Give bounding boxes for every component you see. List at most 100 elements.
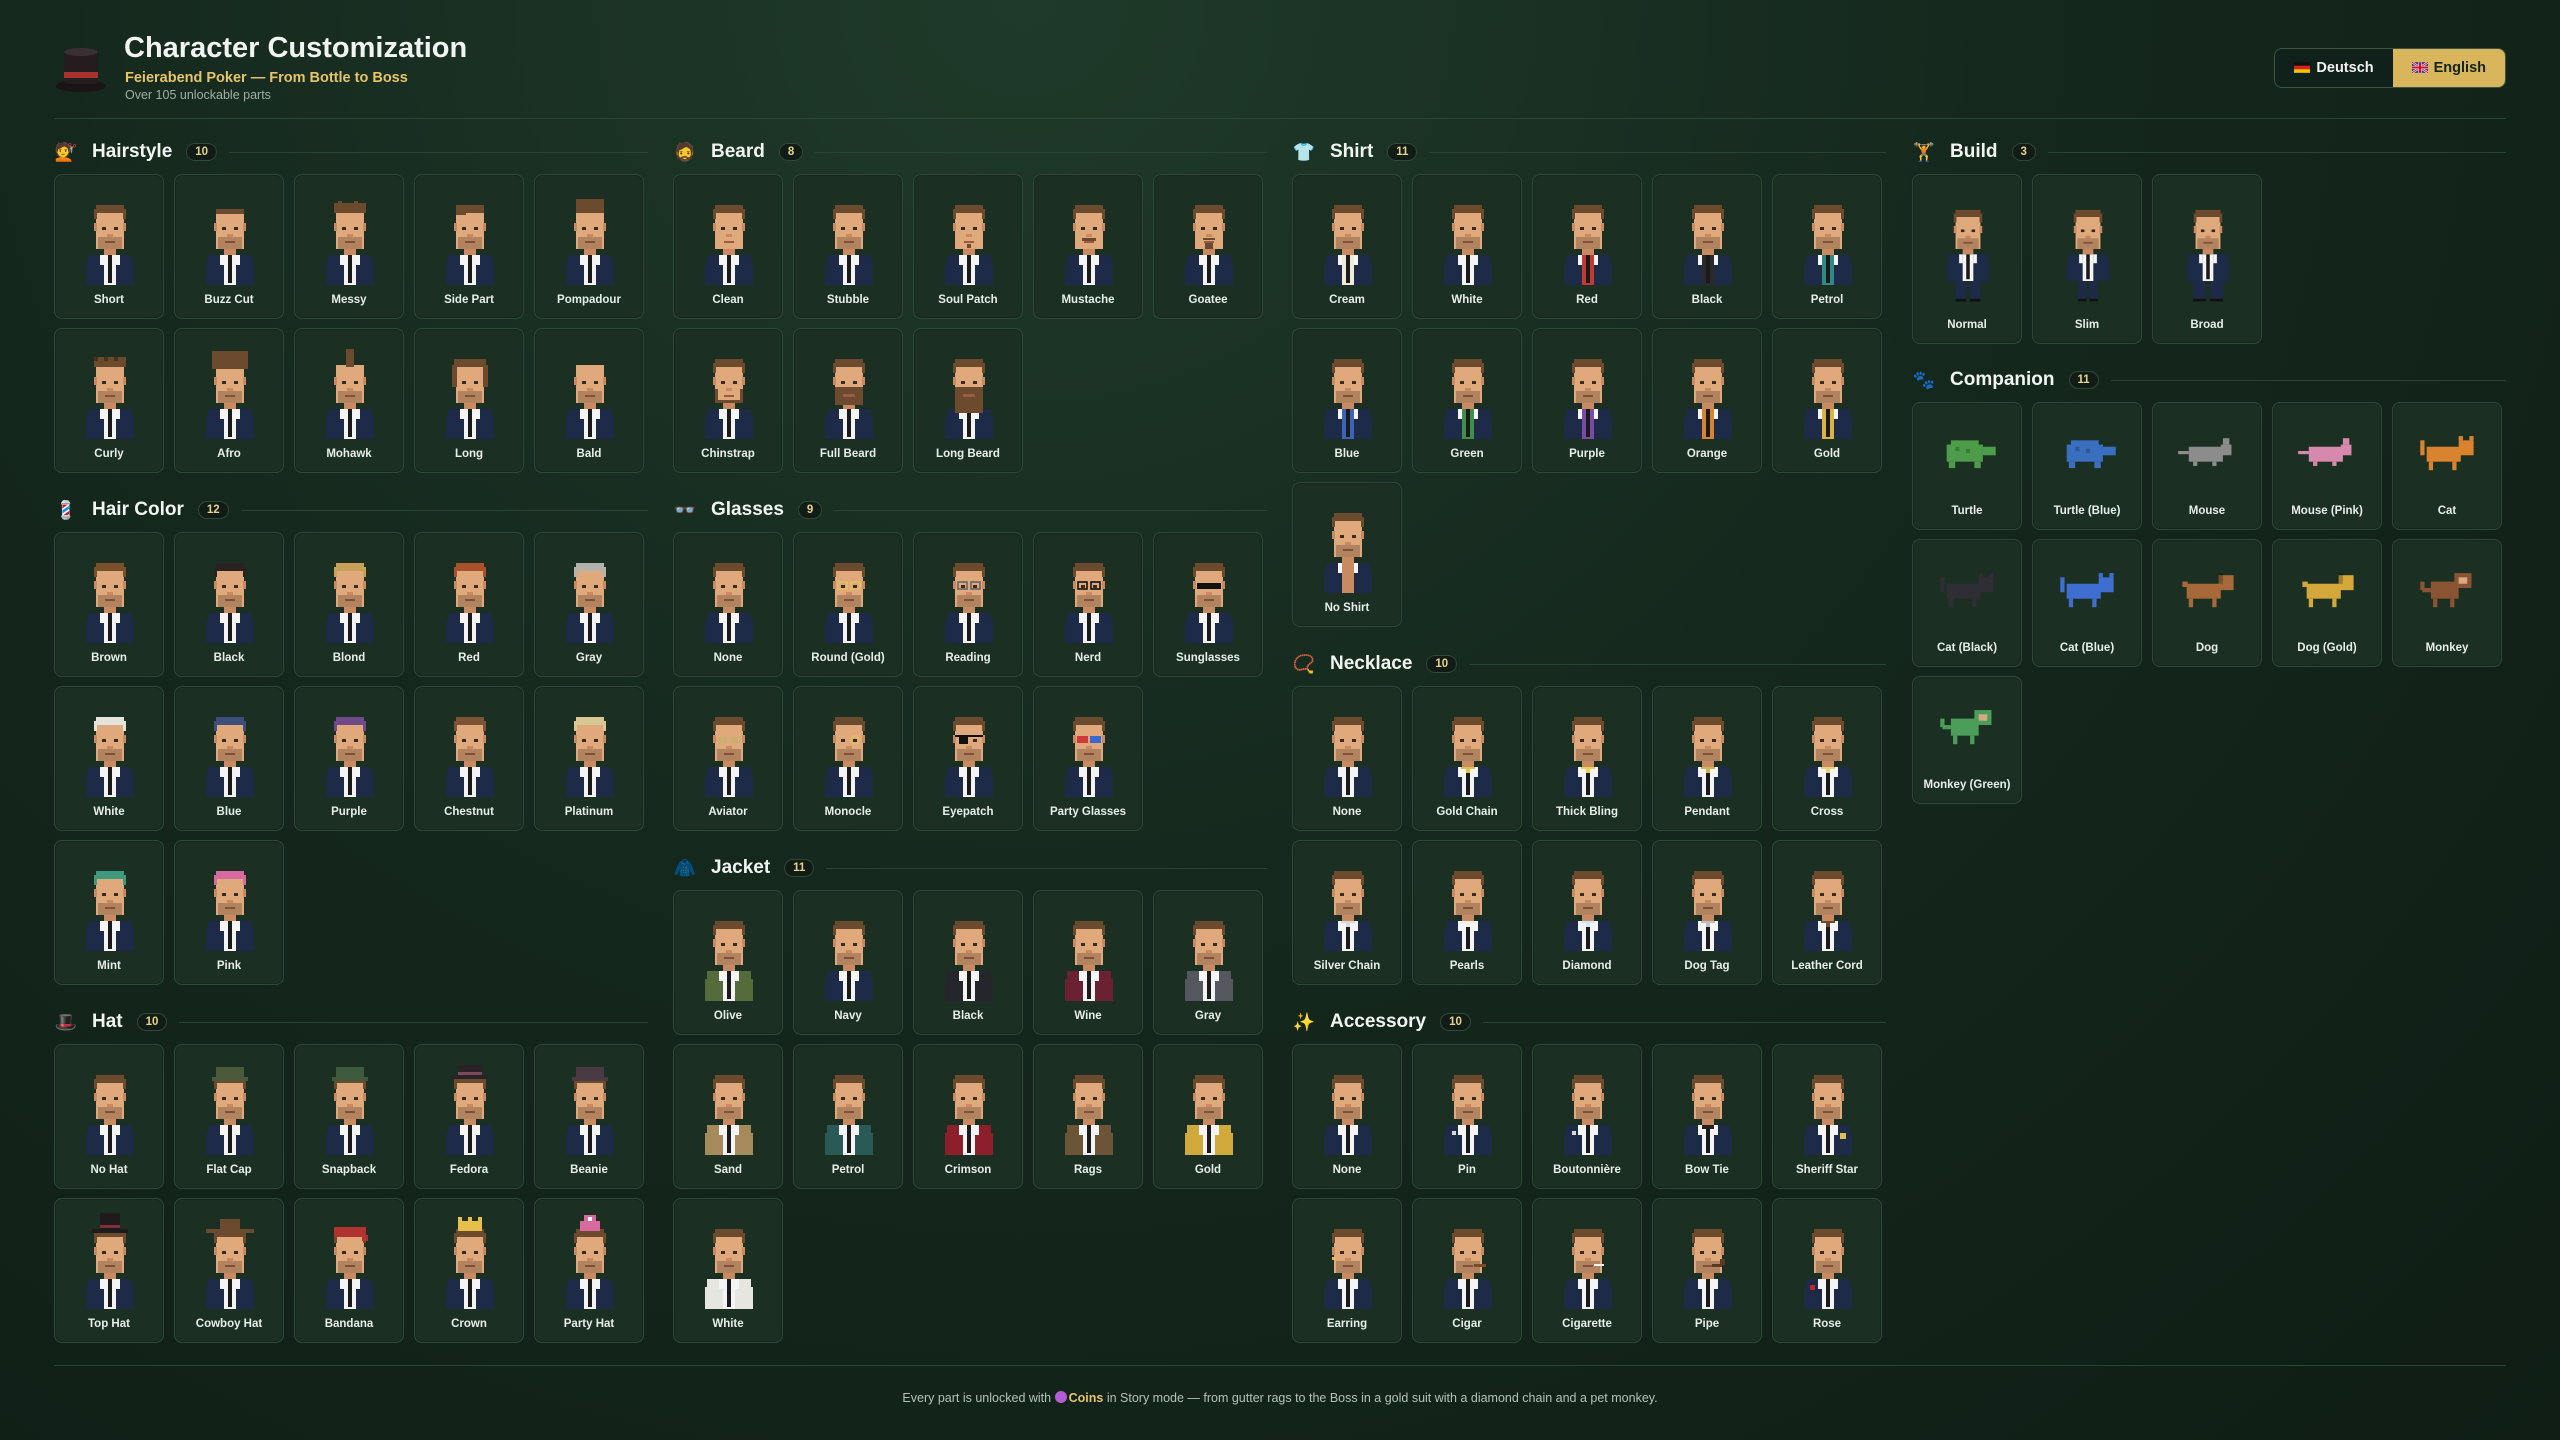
option-card-gray[interactable]: Gray [534,532,644,677]
option-card-gold[interactable]: Gold [1153,1044,1263,1189]
option-card-curly[interactable]: Curly [54,328,164,473]
option-card-petrol[interactable]: Petrol [1772,174,1882,319]
option-card-blue[interactable]: Blue [174,686,284,831]
option-card-cross[interactable]: Cross [1772,686,1882,831]
option-card-wine[interactable]: Wine [1033,890,1143,1035]
option-card-silver-chain[interactable]: Silver Chain [1292,840,1402,985]
option-card-boutonni-re[interactable]: Boutonnière [1532,1044,1642,1189]
option-card-pendant[interactable]: Pendant [1652,686,1762,831]
option-card-turtle[interactable]: Turtle [1912,402,2022,530]
option-card-no-shirt[interactable]: No Shirt [1292,482,1402,627]
option-card-reading[interactable]: Reading [913,532,1023,677]
option-card-cowboy-hat[interactable]: Cowboy Hat [174,1198,284,1343]
option-card-pearls[interactable]: Pearls [1412,840,1522,985]
option-card-none[interactable]: None [1292,1044,1402,1189]
option-card-cigar[interactable]: Cigar [1412,1198,1522,1343]
option-card-flat-cap[interactable]: Flat Cap [174,1044,284,1189]
option-card-goatee[interactable]: Goatee [1153,174,1263,319]
option-card-slim[interactable]: Slim [2032,174,2142,344]
option-card-stubble[interactable]: Stubble [793,174,903,319]
option-card-brown[interactable]: Brown [54,532,164,677]
option-card-monkey-green[interactable]: Monkey (Green) [1912,676,2022,804]
option-card-soul-patch[interactable]: Soul Patch [913,174,1023,319]
option-card-dog-gold[interactable]: Dog (Gold) [2272,539,2382,667]
option-card-long[interactable]: Long [414,328,524,473]
option-card-diamond[interactable]: Diamond [1532,840,1642,985]
option-card-white[interactable]: White [673,1198,783,1343]
option-card-top-hat[interactable]: Top Hat [54,1198,164,1343]
option-card-short[interactable]: Short [54,174,164,319]
option-card-white[interactable]: White [1412,174,1522,319]
option-card-buzz-cut[interactable]: Buzz Cut [174,174,284,319]
option-card-navy[interactable]: Navy [793,890,903,1035]
option-card-gold[interactable]: Gold [1772,328,1882,473]
option-card-pink[interactable]: Pink [174,840,284,985]
option-card-purple[interactable]: Purple [294,686,404,831]
option-card-red[interactable]: Red [414,532,524,677]
option-card-mouse[interactable]: Mouse [2152,402,2262,530]
option-card-orange[interactable]: Orange [1652,328,1762,473]
option-card-cat-black[interactable]: Cat (Black) [1912,539,2022,667]
option-card-mohawk[interactable]: Mohawk [294,328,404,473]
option-card-cat[interactable]: Cat [2392,402,2502,530]
option-card-mint[interactable]: Mint [54,840,164,985]
option-card-turtle-blue[interactable]: Turtle (Blue) [2032,402,2142,530]
option-card-mouse-pink[interactable]: Mouse (Pink) [2272,402,2382,530]
option-card-no-hat[interactable]: No Hat [54,1044,164,1189]
option-card-monkey[interactable]: Monkey [2392,539,2502,667]
option-card-dog[interactable]: Dog [2152,539,2262,667]
option-card-red[interactable]: Red [1532,174,1642,319]
option-card-bandana[interactable]: Bandana [294,1198,404,1343]
option-card-party-glasses[interactable]: Party Glasses [1033,686,1143,831]
option-card-leather-cord[interactable]: Leather Cord [1772,840,1882,985]
option-card-normal[interactable]: Normal [1912,174,2022,344]
option-card-black[interactable]: Black [1652,174,1762,319]
option-card-chestnut[interactable]: Chestnut [414,686,524,831]
option-card-messy[interactable]: Messy [294,174,404,319]
option-card-green[interactable]: Green [1412,328,1522,473]
option-card-none[interactable]: None [673,532,783,677]
option-card-sunglasses[interactable]: Sunglasses [1153,532,1263,677]
option-card-nerd[interactable]: Nerd [1033,532,1143,677]
option-card-crown[interactable]: Crown [414,1198,524,1343]
option-card-platinum[interactable]: Platinum [534,686,644,831]
option-card-black[interactable]: Black [913,890,1023,1035]
language-button-english[interactable]: English [2392,49,2505,87]
option-card-side-part[interactable]: Side Part [414,174,524,319]
option-card-cat-blue[interactable]: Cat (Blue) [2032,539,2142,667]
option-card-earring[interactable]: Earring [1292,1198,1402,1343]
option-card-rose[interactable]: Rose [1772,1198,1882,1343]
option-card-gold-chain[interactable]: Gold Chain [1412,686,1522,831]
option-card-rags[interactable]: Rags [1033,1044,1143,1189]
option-card-aviator[interactable]: Aviator [673,686,783,831]
option-card-mustache[interactable]: Mustache [1033,174,1143,319]
option-card-sheriff-star[interactable]: Sheriff Star [1772,1044,1882,1189]
option-card-full-beard[interactable]: Full Beard [793,328,903,473]
option-card-crimson[interactable]: Crimson [913,1044,1023,1189]
option-card-broad[interactable]: Broad [2152,174,2262,344]
option-card-sand[interactable]: Sand [673,1044,783,1189]
option-card-eyepatch[interactable]: Eyepatch [913,686,1023,831]
option-card-long-beard[interactable]: Long Beard [913,328,1023,473]
option-card-snapback[interactable]: Snapback [294,1044,404,1189]
option-card-pipe[interactable]: Pipe [1652,1198,1762,1343]
option-card-purple[interactable]: Purple [1532,328,1642,473]
option-card-blond[interactable]: Blond [294,532,404,677]
option-card-black[interactable]: Black [174,532,284,677]
option-card-afro[interactable]: Afro [174,328,284,473]
option-card-beanie[interactable]: Beanie [534,1044,644,1189]
option-card-cigarette[interactable]: Cigarette [1532,1198,1642,1343]
option-card-party-hat[interactable]: Party Hat [534,1198,644,1343]
option-card-fedora[interactable]: Fedora [414,1044,524,1189]
option-card-olive[interactable]: Olive [673,890,783,1035]
option-card-blue[interactable]: Blue [1292,328,1402,473]
option-card-monocle[interactable]: Monocle [793,686,903,831]
option-card-bald[interactable]: Bald [534,328,644,473]
option-card-pin[interactable]: Pin [1412,1044,1522,1189]
option-card-pompadour[interactable]: Pompadour [534,174,644,319]
option-card-white[interactable]: White [54,686,164,831]
option-card-petrol[interactable]: Petrol [793,1044,903,1189]
option-card-bow-tie[interactable]: Bow Tie [1652,1044,1762,1189]
option-card-chinstrap[interactable]: Chinstrap [673,328,783,473]
language-button-deutsch[interactable]: Deutsch [2275,49,2392,87]
